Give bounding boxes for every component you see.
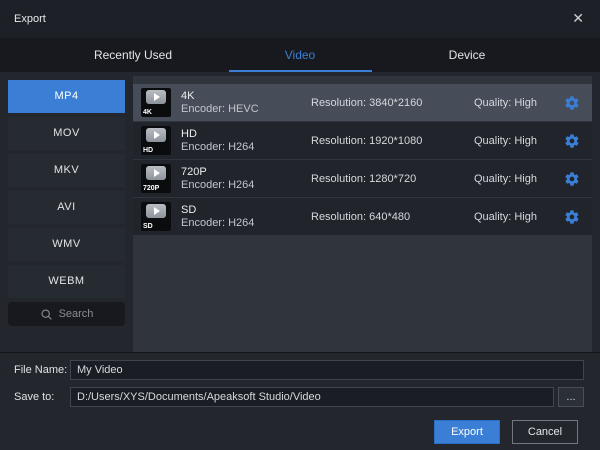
preset-encoder: Encoder: H264 [181, 217, 311, 230]
file-name-row: File Name: [14, 360, 584, 380]
preset-row-4k[interactable]: 4K 4K Encoder: HEVC Resolution: 3840*216… [133, 84, 592, 121]
preset-resolution: Resolution: 640*480 [311, 211, 474, 223]
preset-meta: SD Encoder: H264 [181, 204, 311, 230]
preset-resolution: Resolution: 3840*2160 [311, 97, 474, 109]
format-sidebar: MP4 MOV MKV AVI WMV WEBM Search [8, 72, 125, 352]
thumb-badge: 720P [143, 185, 159, 192]
action-buttons: Export Cancel [0, 420, 578, 444]
video-thumbnail: 720P [141, 164, 171, 193]
save-to-label: Save to: [14, 391, 70, 403]
video-thumbnail: 4K [141, 88, 171, 117]
play-icon [146, 90, 166, 104]
preset-row-720p[interactable]: 720P 720P Encoder: H264 Resolution: 1280… [133, 160, 592, 197]
settings-gear-icon[interactable] [564, 209, 580, 225]
preset-row-sd[interactable]: SD SD Encoder: H264 Resolution: 640*480 … [133, 198, 592, 235]
preset-resolution: Resolution: 1280*720 [311, 173, 474, 185]
preset-encoder: Encoder: H264 [181, 179, 311, 192]
close-icon[interactable]: ✕ [572, 10, 584, 27]
preset-title: 720P [181, 166, 311, 179]
preset-quality: Quality: High [474, 97, 564, 109]
preset-title: HD [181, 128, 311, 141]
sidebar-item-webm[interactable]: WEBM [8, 265, 125, 298]
save-to-row: Save to: ... [14, 387, 584, 407]
sidebar-item-mp4[interactable]: MP4 [8, 80, 125, 113]
sidebar-item-mkv[interactable]: MKV [8, 154, 125, 187]
cancel-button[interactable]: Cancel [512, 420, 578, 444]
footer: File Name: Save to: ... Export Cancel [0, 352, 600, 449]
preset-meta: 720P Encoder: H264 [181, 166, 311, 192]
search-placeholder: Search [59, 308, 94, 320]
tab-recently-used[interactable]: Recently Used [50, 38, 217, 72]
preset-row-hd[interactable]: HD HD Encoder: H264 Resolution: 1920*108… [133, 122, 592, 159]
play-icon [146, 166, 166, 180]
browse-button[interactable]: ... [558, 387, 584, 407]
play-icon [146, 204, 166, 218]
thumb-badge: 4K [143, 109, 152, 116]
sidebar-item-avi[interactable]: AVI [8, 191, 125, 224]
tabbar: Recently Used Video Device [0, 38, 600, 72]
preset-meta: HD Encoder: H264 [181, 128, 311, 154]
sidebar-item-mov[interactable]: MOV [8, 117, 125, 150]
preset-title: SD [181, 204, 311, 217]
preset-encoder: Encoder: H264 [181, 141, 311, 154]
preset-quality: Quality: High [474, 135, 564, 147]
play-icon [146, 128, 166, 142]
search-icon [40, 308, 53, 321]
preset-encoder: Encoder: HEVC [181, 103, 311, 116]
tab-video[interactable]: Video [217, 38, 384, 72]
preset-quality: Quality: High [474, 211, 564, 223]
export-dialog: Export ✕ Recently Used Video Device MP4 … [0, 0, 600, 450]
window-title: Export [14, 13, 46, 25]
search-box[interactable]: Search [8, 302, 125, 326]
tab-device[interactable]: Device [384, 38, 551, 72]
export-button[interactable]: Export [434, 420, 500, 444]
save-to-input[interactable] [70, 387, 554, 407]
preset-quality: Quality: High [474, 173, 564, 185]
titlebar: Export ✕ [0, 0, 600, 38]
preset-list: 4K 4K Encoder: HEVC Resolution: 3840*216… [133, 76, 592, 352]
preset-title: 4K [181, 90, 311, 103]
thumb-badge: HD [143, 147, 153, 154]
file-name-label: File Name: [14, 364, 70, 376]
preset-meta: 4K Encoder: HEVC [181, 90, 311, 116]
settings-gear-icon[interactable] [564, 95, 580, 111]
video-thumbnail: HD [141, 126, 171, 155]
settings-gear-icon[interactable] [564, 171, 580, 187]
file-name-input[interactable] [70, 360, 584, 380]
sidebar-item-wmv[interactable]: WMV [8, 228, 125, 261]
content-area: MP4 MOV MKV AVI WMV WEBM Search 4K [0, 72, 600, 352]
settings-gear-icon[interactable] [564, 133, 580, 149]
thumb-badge: SD [143, 223, 153, 230]
video-thumbnail: SD [141, 202, 171, 231]
preset-resolution: Resolution: 1920*1080 [311, 135, 474, 147]
